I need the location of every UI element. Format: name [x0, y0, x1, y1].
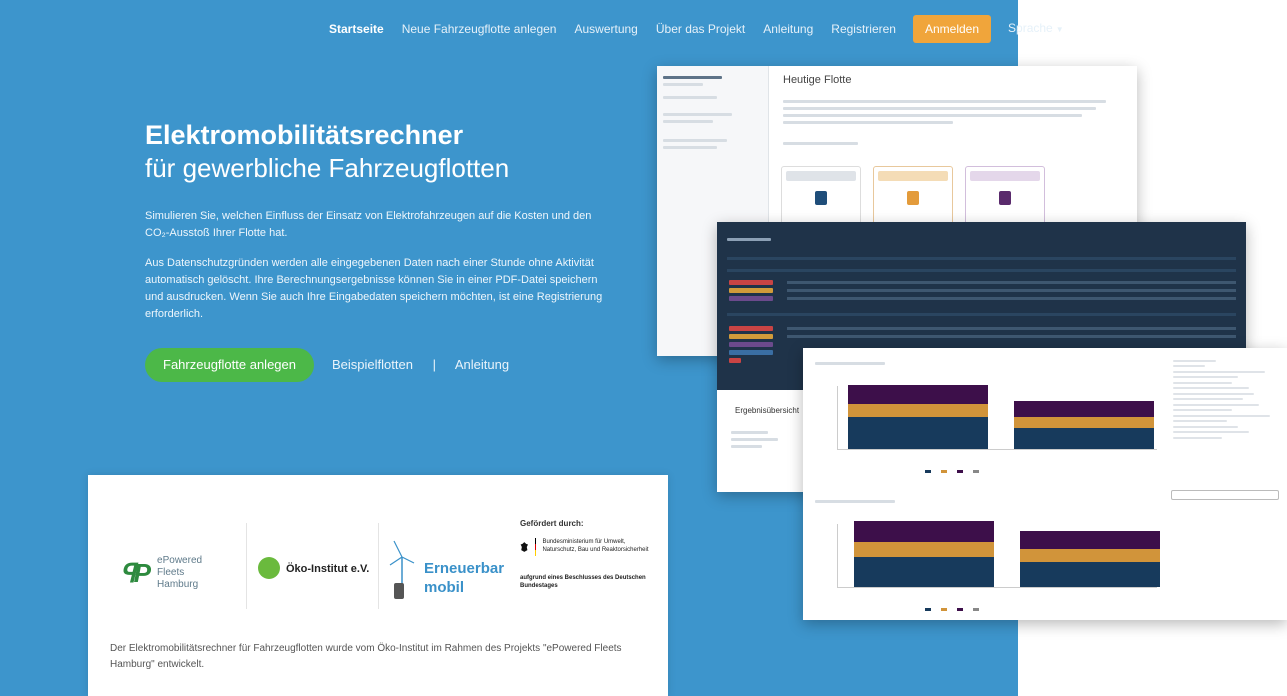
page-title: Elektromobilitätsrechner — [145, 120, 464, 150]
example-fleets-link[interactable]: Beispielflotten — [332, 357, 413, 372]
german-flag-icon — [534, 538, 537, 556]
chart-bar — [1014, 401, 1154, 449]
oeko-institut-logo[interactable]: Öko-Institut e.V. — [258, 557, 369, 579]
chart-bar — [1020, 531, 1160, 587]
top-navigation: Startseite Neue Fahrzeugflotte anlegen A… — [320, 14, 1073, 44]
chart-legend — [925, 470, 979, 473]
chart-legend — [925, 608, 979, 611]
wind-turbine-icon — [389, 540, 415, 599]
erneuerbar-mobil-logo[interactable]: Erneuerbar mobil — [388, 539, 504, 601]
link-separator: | — [432, 357, 436, 372]
eagle-icon — [520, 542, 529, 552]
partner-description: Der Elektromobilitätsrechner für Fahrzeu… — [110, 643, 622, 670]
nav-evaluation[interactable]: Auswertung — [565, 14, 646, 44]
erneuerbar-mobil-text: Erneuerbar mobil — [424, 560, 505, 596]
nav-about[interactable]: Über das Projekt — [647, 14, 754, 44]
co2-chart — [815, 496, 1160, 616]
privacy-paragraph: Aus Datenschutzgründen werden alle einge… — [145, 257, 603, 320]
vehicle-card[interactable] — [781, 166, 861, 226]
chart-sidebar — [1167, 348, 1287, 620]
page: Startseite Neue Fahrzeugflotte anlegen A… — [0, 0, 1287, 696]
epf-mark-icon: ꟼP — [120, 557, 151, 588]
page-subtitle: für gewerbliche Fahrzeugflotten — [145, 153, 510, 183]
bmu-logo[interactable]: Gefördert durch: Bundesministerium für U… — [520, 519, 660, 590]
nav-new-fleet[interactable]: Neue Fahrzeugflotte anlegen — [393, 14, 566, 44]
oeko-logo-text: Öko-Institut e.V. — [286, 563, 370, 575]
chart-bar — [854, 521, 994, 587]
oeko-leaf-icon — [258, 557, 280, 579]
funding-label: Gefördert durch: — [520, 519, 584, 528]
bundestag-note: aufgrund eines Beschlusses des Deutschen… — [520, 575, 646, 589]
chart-heading — [815, 500, 1160, 503]
chart-heading — [815, 362, 1160, 365]
create-fleet-button[interactable]: Fahrzeugflotte anlegen — [145, 348, 314, 382]
chart-plot-area — [837, 385, 1157, 450]
ministry-name: Bundesministerium für Umwelt, Naturschut… — [542, 539, 649, 553]
fleet-data-heading — [727, 234, 771, 245]
vehicle-card[interactable] — [873, 166, 953, 226]
epf-logo-text: ePowered Fleets Hamburg — [157, 555, 203, 590]
export-button[interactable] — [1171, 490, 1279, 500]
guide-link[interactable]: Anleitung — [455, 357, 509, 372]
nav-guide[interactable]: Anleitung — [754, 14, 822, 44]
results-panel: Ergebnisübersicht — [717, 390, 807, 492]
language-dropdown[interactable]: Sprache ▼ — [999, 13, 1073, 45]
vehicle-card[interactable] — [965, 166, 1045, 226]
epf-logo[interactable]: ꟼP ePowered Fleets Hamburg — [120, 555, 227, 591]
chart-bar — [848, 385, 988, 449]
chart-plot-area — [837, 521, 1160, 588]
partner-box: ꟼP ePowered Fleets Hamburg Öko-Institut … — [88, 475, 668, 696]
divider — [246, 523, 247, 609]
nav-register[interactable]: Registrieren — [822, 14, 905, 44]
caret-down-icon: ▼ — [1055, 25, 1064, 34]
cost-chart — [815, 358, 1160, 478]
fleet-title: Heutige Flotte — [783, 74, 852, 86]
results-heading: Ergebnisübersicht — [735, 406, 800, 415]
login-button[interactable]: Anmelden — [912, 15, 992, 43]
nav-home[interactable]: Startseite — [320, 14, 393, 44]
secondary-links: Beispielflotten | Anleitung — [332, 357, 509, 372]
language-label: Sprache — [1008, 21, 1053, 35]
divider — [378, 523, 379, 609]
charts-screenshot — [803, 348, 1287, 620]
intro-paragraph: Simulieren Sie, welchen Einfluss der Ein… — [145, 210, 592, 239]
